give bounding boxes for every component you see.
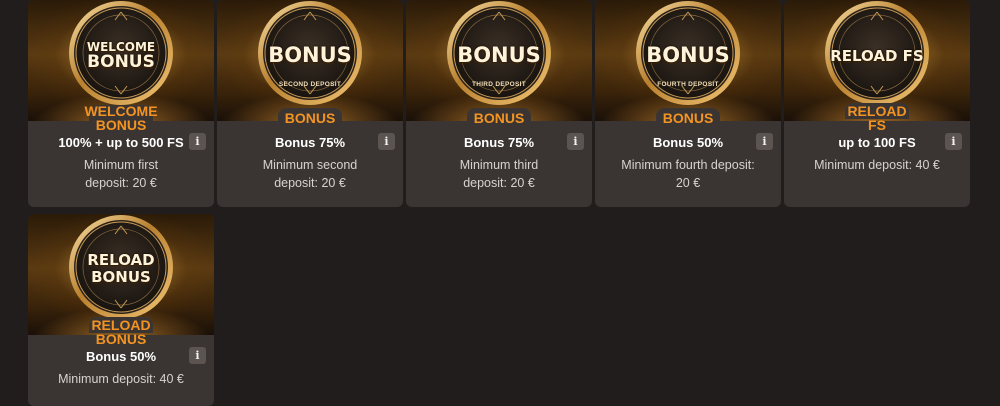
- coin-subtitle: FOURTH DEPOSIT: [657, 81, 719, 88]
- bonus-card-second-deposit[interactable]: BONUS SECOND DEPOSIT BONUS Bonus 75% i M…: [217, 0, 403, 207]
- bonus-description-line2: 20 €: [675, 176, 701, 190]
- bonus-label: BONUS: [662, 110, 714, 126]
- bonus-description: Minimum deposit: 40 €: [58, 372, 184, 386]
- bonus-card-reload-bonus[interactable]: RELOAD BONUS RELOAD BONUS Bonus 50% i Mi…: [28, 214, 214, 406]
- bonus-label-line2: BONUS: [95, 331, 147, 347]
- coin-title: RELOAD FS: [830, 47, 924, 65]
- bonus-description-line1: Minimum first: [83, 158, 159, 172]
- bonus-card-third-deposit[interactable]: BONUS THIRD DEPOSIT BONUS Bonus 75% i Mi…: [406, 0, 592, 207]
- coin-title-line2: BONUS: [87, 52, 155, 72]
- bonus-banner-image: BONUS SECOND DEPOSIT: [217, 0, 403, 121]
- info-icon[interactable]: i: [945, 133, 962, 150]
- coin-title: BONUS: [646, 43, 730, 67]
- coin-subtitle: THIRD DEPOSIT: [471, 81, 527, 88]
- bonus-banner-image: BONUS FOURTH DEPOSIT: [595, 0, 781, 121]
- bonus-card-welcome[interactable]: WELCOME BONUS WELCOME BONUS 100% + up to…: [28, 0, 214, 207]
- bonus-label: BONUS: [284, 110, 336, 126]
- bonus-label-line1: RELOAD: [847, 103, 907, 119]
- bonus-amount: Bonus 75%: [274, 135, 346, 150]
- bonus-label-line1: WELCOME: [84, 103, 158, 119]
- info-icon[interactable]: i: [378, 133, 395, 150]
- bonus-description-line1: Minimum second: [262, 158, 358, 172]
- info-icon[interactable]: i: [189, 347, 206, 364]
- coin-title: BONUS: [268, 43, 352, 67]
- bonus-banner-image: BONUS THIRD DEPOSIT: [406, 0, 592, 121]
- bonus-label-line1: RELOAD: [91, 317, 151, 333]
- bonus-amount: Bonus 50%: [85, 349, 157, 364]
- bonus-label-line2: BONUS: [95, 117, 147, 133]
- bonus-description-line2: deposit: 20 €: [463, 176, 535, 190]
- coin-subtitle: SECOND DEPOSIT: [278, 81, 342, 88]
- bonus-label: BONUS: [473, 110, 525, 126]
- bonus-amount: 100% + up to 500 FS: [58, 135, 184, 150]
- coin-title-line1: RELOAD: [87, 251, 155, 269]
- bonus-card-fourth-deposit[interactable]: BONUS FOURTH DEPOSIT BONUS Bonus 50% i M…: [595, 0, 781, 207]
- info-icon[interactable]: i: [189, 133, 206, 150]
- bonus-description: Minimum deposit: 40 €: [814, 158, 940, 172]
- bonus-description-line1: Minimum third: [459, 158, 539, 172]
- coin-title: BONUS: [457, 43, 541, 67]
- bonus-amount: Bonus 50%: [652, 135, 724, 150]
- bonus-label-line2: FS: [868, 117, 886, 133]
- bonus-description-line2: deposit: 20 €: [274, 176, 346, 190]
- bonus-amount: up to 100 FS: [838, 135, 916, 150]
- coin-title-line2: BONUS: [91, 268, 151, 286]
- bonus-description-line2: deposit: 20 €: [85, 176, 157, 190]
- info-icon[interactable]: i: [756, 133, 773, 150]
- bonus-amount: Bonus 75%: [463, 135, 535, 150]
- info-icon[interactable]: i: [567, 133, 584, 150]
- bonus-description-line1: Minimum fourth deposit:: [621, 158, 755, 172]
- bonus-card-reload-fs[interactable]: RELOAD FS RELOAD FS up to 100 FS i Minim…: [784, 0, 970, 207]
